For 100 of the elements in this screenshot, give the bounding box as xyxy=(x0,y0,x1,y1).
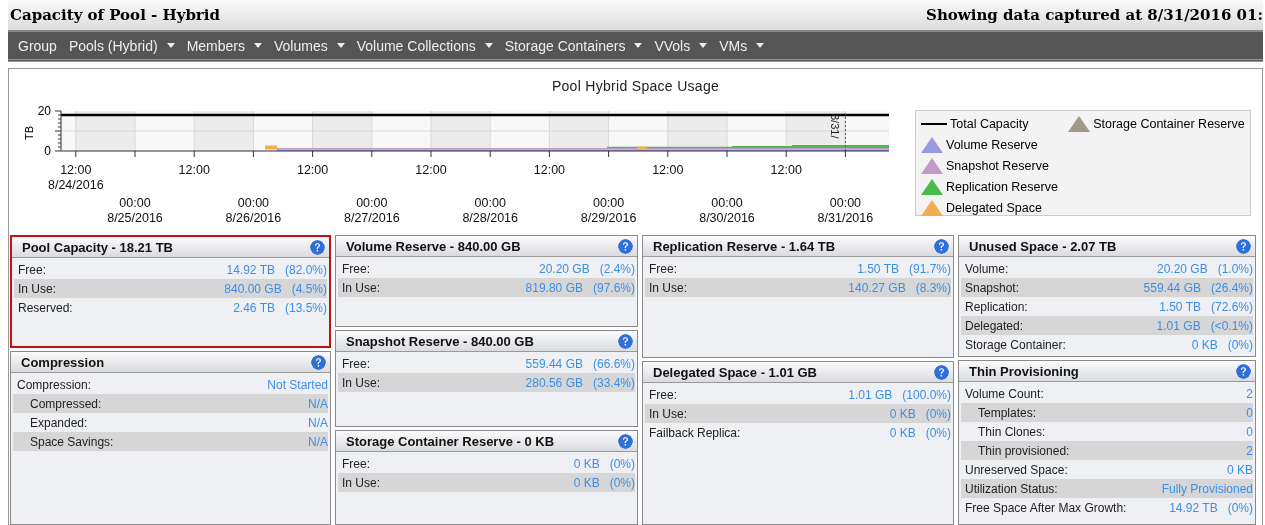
row-percent: (0%) xyxy=(609,456,635,471)
row-value: 559.44 GB xyxy=(525,356,583,371)
row-value: 819.80 GB xyxy=(525,280,583,295)
legend-label: Delegated Space xyxy=(946,200,1042,215)
row-label: Free: xyxy=(18,262,47,277)
nav-menu-item[interactable]: Volume Collections xyxy=(350,35,499,56)
panel-card[interactable]: Volume Reserve - 840.00 GB Free: 20.20 GB (2.4%) In Use: 819.80 GB (97.6%) xyxy=(335,235,638,327)
nav-menu-item[interactable]: Storage Containers xyxy=(498,35,649,56)
chart-title: Pool Hybrid Space Usage xyxy=(550,77,721,96)
row-label: Space Savings: xyxy=(30,434,115,449)
panel-card[interactable]: Compression Compression: Not Started Compressed: N/A Expanded: N/A Space Savings: N/A xyxy=(10,351,331,525)
row-percent: (72.6%) xyxy=(1210,299,1253,314)
panel-card[interactable]: Thin Provisioning Volume Count: 2 Templates: 0 Thin Clones: 0 Thin provisioned: 2 Unreserved Space: 0 KB Utilization Status: Fully Provisioned Free Space After Max Growth: 14.92 TB (0%) xyxy=(958,360,1256,525)
nav-menu-item[interactable]: Pools (Hybrid) xyxy=(62,35,181,56)
row-value: N/A xyxy=(308,415,328,430)
marker-label: 8/31/ xyxy=(829,114,842,139)
row-label: In Use: xyxy=(342,280,381,295)
panel-title: Delegated Space - 1.01 GB xyxy=(653,364,817,380)
panel-card[interactable]: Snapshot Reserve - 840.00 GB Free: 559.44 GB (66.6%) In Use: 280.56 GB (33.4%) xyxy=(335,330,638,427)
row-value: 559.44 GB xyxy=(1143,280,1201,295)
nav-menu-item[interactable]: VMs xyxy=(713,35,771,56)
help-icon[interactable] xyxy=(618,433,633,449)
row-value: 0 KB xyxy=(1191,337,1218,352)
marker-line xyxy=(844,112,846,152)
row-label: Utilization Status: xyxy=(965,481,1059,496)
panel-card[interactable]: Unused Space - 2.07 TB Volume: 20.20 GB (1.0%) Snapshot: 559.44 GB (26.4%) Replication: 1.50 TB (72.6%) Delegated: 1.01 GB (<0.1%) Storage Container: 0 KB (0%) xyxy=(958,235,1256,357)
row-label: Volume: xyxy=(965,261,1010,276)
x-tick-label: 12:00 xyxy=(533,163,566,177)
panel-card[interactable]: Pool Capacity - 18.21 TB Free: 14.92 TB (82.0%) In Use: 840.00 GB (4.5%) Reserved: 2.46 TB (13.5%) xyxy=(10,235,331,348)
row-percent: (13.5%) xyxy=(284,300,327,315)
row-value: 840.00 GB xyxy=(224,281,282,296)
help-icon[interactable] xyxy=(1236,238,1251,254)
panel-card[interactable]: Storage Container Reserve - 0 KB Free: 0 KB (0%) In Use: 0 KB (0%) xyxy=(335,430,638,525)
row-value: 14.92 TB xyxy=(1169,500,1218,515)
help-icon[interactable] xyxy=(311,354,326,370)
row-label: Templates: xyxy=(978,405,1038,420)
row-value: 0 KB xyxy=(889,425,916,440)
row-value: N/A xyxy=(308,434,328,449)
row-percent: (100.0%) xyxy=(902,387,951,402)
row-label: Expanded: xyxy=(30,415,89,430)
row-percent: (0%) xyxy=(609,475,635,490)
row-label: Compressed: xyxy=(30,396,103,411)
y-tick-label: 0 xyxy=(44,144,51,158)
x-tick-label: 12:00 xyxy=(296,163,329,177)
panel-card[interactable]: Delegated Space - 1.01 GB Free: 1.01 GB (100.0%) In Use: 0 KB (0%) Failback Replica: 0 KB (0%) xyxy=(642,361,954,525)
row-percent: (<0.1%) xyxy=(1210,318,1253,333)
row-percent: (97.6%) xyxy=(592,280,635,295)
x-tick-date: 8/24/2016 xyxy=(48,178,104,192)
row-label: In Use: xyxy=(342,475,381,490)
row-percent: (4.5%) xyxy=(291,281,327,296)
nav-menu-item[interactable]: Volumes xyxy=(268,35,351,56)
help-icon[interactable] xyxy=(618,333,633,349)
row-label: Compression: xyxy=(17,377,93,392)
row-percent: (0%) xyxy=(925,406,951,421)
window-title: Capacity of Pool - Hybrid xyxy=(9,6,220,24)
row-percent: (82.0%) xyxy=(284,262,327,277)
row-percent: (0%) xyxy=(1227,337,1253,352)
help-icon[interactable] xyxy=(618,238,633,254)
row-label: Free Space After Max Growth: xyxy=(965,500,1128,515)
help-icon[interactable] xyxy=(934,238,949,254)
x-tick-label: 12:00 xyxy=(415,163,447,177)
row-value: 0 xyxy=(1246,405,1253,420)
x-tick-date: 8/28/2016 xyxy=(462,211,518,225)
panel-title: Replication Reserve - 1.64 TB xyxy=(653,238,836,254)
row-label: Snapshot: xyxy=(965,280,1021,295)
row-percent: (8.3%) xyxy=(915,280,951,295)
row-value: 20.20 GB xyxy=(1156,261,1208,276)
row-value: 1.50 TB xyxy=(1159,299,1201,314)
panel-title: Volume Reserve - 840.00 GB xyxy=(346,238,521,254)
x-tick-label: 00:00 xyxy=(237,196,270,210)
row-value: 1.01 GB xyxy=(848,387,893,402)
row-label: Delegated: xyxy=(965,318,1025,333)
nav-menu-item[interactable]: Members xyxy=(180,35,268,56)
panel-card[interactable]: Replication Reserve - 1.64 TB Free: 1.50 TB (91.7%) In Use: 140.27 GB (8.3%) xyxy=(642,235,954,358)
row-value: 0 KB xyxy=(573,456,600,471)
row-label: In Use: xyxy=(342,375,381,390)
row-value: 1.01 GB xyxy=(1156,318,1201,333)
x-tick-date: 8/27/2016 xyxy=(344,211,400,225)
row-value: 1.50 TB xyxy=(857,261,899,276)
row-label: In Use: xyxy=(649,280,688,295)
nav-menu-item[interactable]: Group xyxy=(12,35,63,56)
row-value: 140.27 GB xyxy=(848,280,906,295)
nav-menu-item[interactable]: VVols xyxy=(648,35,714,56)
row-value: 0 KB xyxy=(889,406,916,421)
x-tick-date: 8/26/2016 xyxy=(225,211,282,225)
row-percent: (0%) xyxy=(925,425,951,440)
x-tick-label: 12:00 xyxy=(770,163,802,177)
panel-title: Storage Container Reserve - 0 KB xyxy=(346,433,555,449)
help-icon[interactable] xyxy=(1236,363,1251,379)
help-icon[interactable] xyxy=(310,239,325,255)
capture-time: Showing data captured at 8/31/2016 01: xyxy=(926,6,1263,24)
x-tick-label: 12:00 xyxy=(60,163,92,177)
help-icon[interactable] xyxy=(934,364,949,380)
x-tick-label: 00:00 xyxy=(474,196,506,210)
panel-title: Snapshot Reserve - 840.00 GB xyxy=(346,333,534,349)
row-label: Free: xyxy=(342,456,371,471)
row-label: Free: xyxy=(649,387,678,402)
area-spike xyxy=(265,145,277,150)
row-label: Failback Replica: xyxy=(649,425,742,440)
row-value: N/A xyxy=(308,396,328,411)
